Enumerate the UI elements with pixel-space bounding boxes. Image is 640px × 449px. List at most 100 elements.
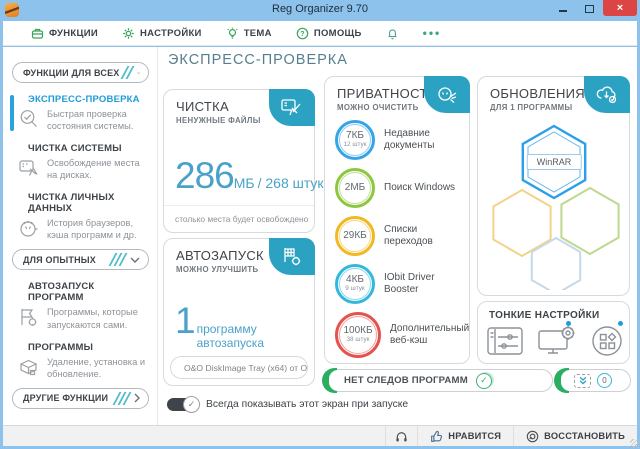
resize-grip[interactable] (630, 439, 639, 448)
section-label: ДРУГИЕ ФУНКЦИИ (23, 393, 112, 403)
privacy-item-jump-lists[interactable]: 29КБ Списки переходов (325, 216, 469, 256)
sidebar-item-autostart-programs[interactable]: АВТОЗАПУСК ПРОГРАММ Программы, которые з… (3, 281, 157, 330)
thumbs-up-icon (430, 430, 443, 443)
chevron-down-icon (137, 70, 140, 76)
support-button[interactable] (385, 426, 417, 446)
content-area: ФУНКЦИИ ДЛЯ ВСЕХ ЭКСПРЕСС-ПРОВЕРКА Быстр… (3, 47, 637, 425)
menu-settings-label: НАСТРОЙКИ (140, 28, 202, 39)
briefcase-icon (31, 27, 44, 40)
autostart-badge (269, 238, 315, 275)
like-button[interactable]: НРАВИТСЯ (417, 426, 513, 446)
nav-desc: История браузеров, кэша программ и др. (47, 216, 151, 241)
privacy-ring: 100КБ 38 штук (335, 312, 381, 358)
cleanup-badge (269, 89, 315, 126)
section-label: ДЛЯ ОПЫТНЫХ (23, 255, 108, 265)
privacy-ring: 29КБ (335, 216, 375, 256)
card-title: ТОНКИЕ НАСТРОЙКИ (478, 302, 629, 321)
privacy-broom-icon (437, 85, 458, 104)
chevron-down-icon (130, 257, 140, 263)
green-accent (554, 368, 569, 393)
cleanup-card[interactable]: ЧИСТКА НЕНУЖНЫЕ ФАЙЛЫ 286МБ/ 268 штук ст… (163, 89, 315, 233)
privacy-label: Списки переходов (384, 224, 459, 249)
privacy-card[interactable]: ПРИВАТНОСТЬ МОЖНО ОЧИСТИТЬ 7КБ 12 штук Н… (324, 76, 470, 364)
cloud-download-icon (596, 86, 618, 104)
notification-dot (566, 321, 571, 326)
privacy-label: Дополнительный веб-кэш (390, 323, 469, 348)
maximize-button[interactable] (576, 0, 603, 16)
autostart-count-value: 1 (175, 300, 195, 342)
page-title: ЭКСПРЕСС-ПРОВЕРКА (168, 52, 348, 68)
updates-hexagons: WinRAR (478, 114, 630, 290)
sidebar-item-express-check[interactable]: ЭКСПРЕСС-ПРОВЕРКА Быстрая проверка состо… (3, 94, 157, 132)
nav-title: ЧИСТКА СИСТЕМЫ (28, 143, 151, 154)
privacy-badge (424, 76, 470, 113)
sliders-panel-icon (487, 325, 525, 357)
cleanup-size-value: 286 (175, 155, 234, 197)
restore-label: ВОССТАНОВИТЬ (544, 431, 625, 441)
counter-badge[interactable]: 0 (597, 373, 612, 388)
privacy-ring: 4КБ 9 штук (335, 264, 375, 304)
autostart-card[interactable]: АВТОЗАПУСК МОЖНО УЛУЧШИТЬ 1программу авт… (163, 238, 315, 386)
apps-circle-icon (591, 325, 623, 357)
sidebar: ФУНКЦИИ ДЛЯ ВСЕХ ЭКСПРЕСС-ПРОВЕРКА Быстр… (3, 47, 158, 425)
like-label: НРАВИТСЯ (448, 431, 501, 441)
privacy-item-windows-search[interactable]: 2МБ Поиск Windows (325, 168, 469, 208)
sidebar-section-functions-for-all[interactable]: ФУНКЦИИ ДЛЯ ВСЕХ (12, 62, 149, 83)
lamp-icon (226, 27, 239, 40)
sidebar-section-for-experienced[interactable]: ДЛЯ ОПЫТНЫХ (12, 249, 149, 270)
disk-cleanup-icon (17, 156, 42, 181)
privacy-label: Поиск Windows (384, 182, 455, 195)
app-window: Reg Organizer 9.70 × ФУНКЦИИ НАСТРОЙКИ Т… (0, 0, 640, 449)
minimize-button[interactable] (549, 0, 576, 16)
sidebar-item-programs[interactable]: ПРОГРАММЫ Удаление, установка и обновлен… (3, 342, 157, 380)
sidebar-item-private-data-cleanup[interactable]: ЧИСТКА ЛИЧНЫХ ДАННЫХ История браузеров, … (3, 192, 157, 241)
sidebar-item-system-cleanup[interactable]: ЧИСТКА СИСТЕМЫ Освобождение места на дис… (3, 143, 157, 181)
svg-text:?: ? (300, 31, 305, 38)
menu-help[interactable]: ? ПОМОЩЬ (296, 27, 362, 40)
sidebar-section-other-functions[interactable]: ДРУГИЕ ФУНКЦИИ (12, 388, 149, 409)
privacy-size: 7КБ (346, 131, 364, 141)
no-traces-status[interactable]: НЕТ СЛЕДОВ ПРОГРАММ ✓ (324, 369, 553, 392)
stripes-decoration (124, 66, 131, 79)
updates-card[interactable]: ОБНОВЛЕНИЯ ДЛЯ 1 ПРОГРАММЫ WinRAR (477, 76, 630, 296)
cleanup-size-unit: МБ (234, 175, 255, 191)
menubar: ФУНКЦИИ НАСТРОЙКИ ТЕМА ? ПОМОЩЬ ••• (3, 21, 637, 46)
collapse-counter-pill[interactable]: 0 (556, 369, 631, 392)
menu-settings[interactable]: НАСТРОЙКИ (122, 27, 202, 40)
hexagon-graphic (478, 114, 630, 290)
winrar-update-chip[interactable]: WinRAR (527, 154, 582, 170)
privacy-count: 38 штук (346, 336, 369, 345)
autostart-entry[interactable]: O&O DiskImage Tray (x64) от O… (170, 356, 308, 379)
bell-icon (386, 27, 399, 40)
privacy-item-extra-web-cache[interactable]: 100КБ 38 штук Дополнительный веб-кэш (325, 312, 469, 358)
double-chevron-down-icon (578, 376, 588, 385)
window-title: Reg Organizer 9.70 (0, 3, 640, 15)
show-on-startup-toggle[interactable]: ✓ (167, 398, 197, 411)
autostart-entry-label: O&O DiskImage Tray (x64) от O… (184, 363, 308, 373)
menu-theme[interactable]: ТЕМА (226, 27, 272, 40)
titlebar: Reg Organizer 9.70 × (0, 0, 640, 21)
private-data-icon (17, 216, 42, 241)
check-circle-icon: ✓ (476, 373, 492, 389)
menu-more[interactable]: ••• (423, 26, 442, 40)
autostart-flag-icon (17, 305, 42, 330)
restore-button[interactable]: ВОССТАНОВИТЬ (513, 426, 637, 446)
privacy-item-recent-documents[interactable]: 7КБ 12 штук Недавние документы (325, 120, 469, 160)
collapse-button[interactable] (574, 374, 591, 388)
statusbar: НРАВИТСЯ ВОССТАНОВИТЬ (3, 425, 637, 446)
maximize-icon (585, 5, 594, 13)
tweaks-card[interactable]: ТОНКИЕ НАСТРОЙКИ (477, 301, 630, 364)
cleanup-summary: 286МБ/ 268 штук (175, 155, 314, 197)
notifications-bell[interactable] (386, 27, 399, 40)
autostart-count-label: программу автозапуска (197, 322, 314, 350)
privacy-item-iobit-driver-booster[interactable]: 4КБ 9 штук IObit Driver Booster (325, 264, 469, 304)
close-button[interactable]: × (603, 0, 637, 16)
menu-functions[interactable]: ФУНКЦИИ (31, 27, 98, 40)
headphones-icon (395, 430, 408, 443)
ellipsis-icon: ••• (423, 26, 442, 40)
stripes-decoration (116, 392, 128, 405)
programs-box-icon (17, 355, 42, 380)
toggle-label: Всегда показывать этот экран при запуске (206, 399, 408, 410)
privacy-count: 12 штук (343, 141, 366, 150)
nav-desc: Программы, которые запускаются сами. (47, 305, 151, 330)
